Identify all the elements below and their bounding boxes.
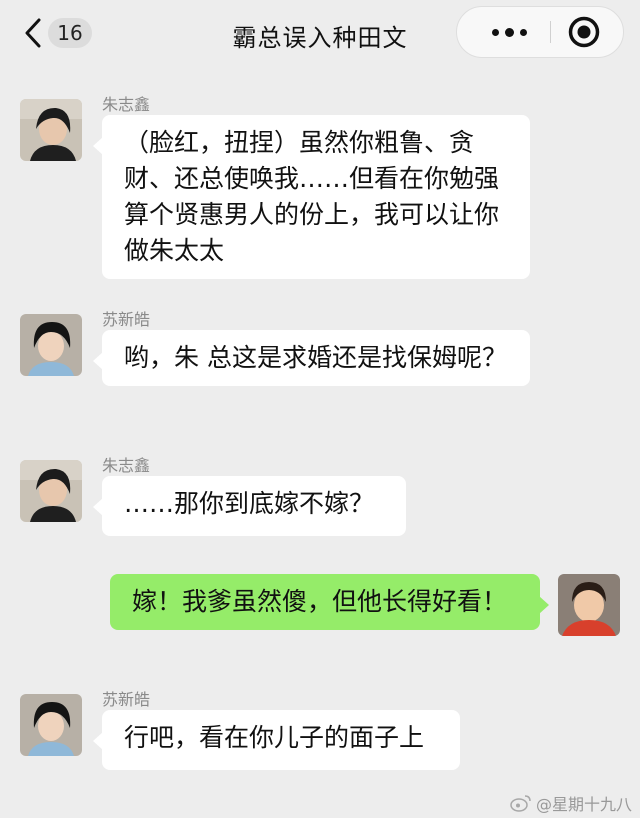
mini-program-capsule [456,6,624,58]
chat-header: 16 霸总误入种田文 [0,0,640,66]
avatar[interactable] [20,314,82,376]
more-menu-button[interactable] [477,7,541,57]
message-bubble[interactable]: 行吧，看在你儿子的面子上 [93,710,460,770]
capsule-divider [550,21,551,43]
sender-name: 苏新皓 [102,310,151,329]
avatar[interactable] [20,460,82,522]
sender-name: 苏新皓 [102,690,151,709]
sender-name: 朱志鑫 [102,456,151,475]
avatar[interactable] [20,99,82,161]
avatar-self[interactable] [558,574,620,636]
watermark-text: @星期十九八 [535,795,632,814]
message-bubble[interactable]: （脸红，扭捏）虽然你粗鲁、贪财、还总使唤我……但看在你勉强算个贤惠男人的份上，我… [93,115,530,279]
weibo-logo-icon [510,795,531,812]
avatar[interactable] [20,694,82,756]
sender-name: 朱志鑫 [102,95,151,114]
more-dots-icon [491,27,527,37]
message-bubble-self[interactable]: 嫁！我爹虽然傻，但他长得好看！ [110,574,549,630]
close-target-icon[interactable] [567,15,601,49]
message-bubble[interactable]: 哟，朱 总这是求婚还是找保姆呢？ [93,330,530,386]
message-bubble[interactable]: ……那你到底嫁不嫁？ [93,476,406,536]
watermark: @星期十九八 [510,791,632,815]
